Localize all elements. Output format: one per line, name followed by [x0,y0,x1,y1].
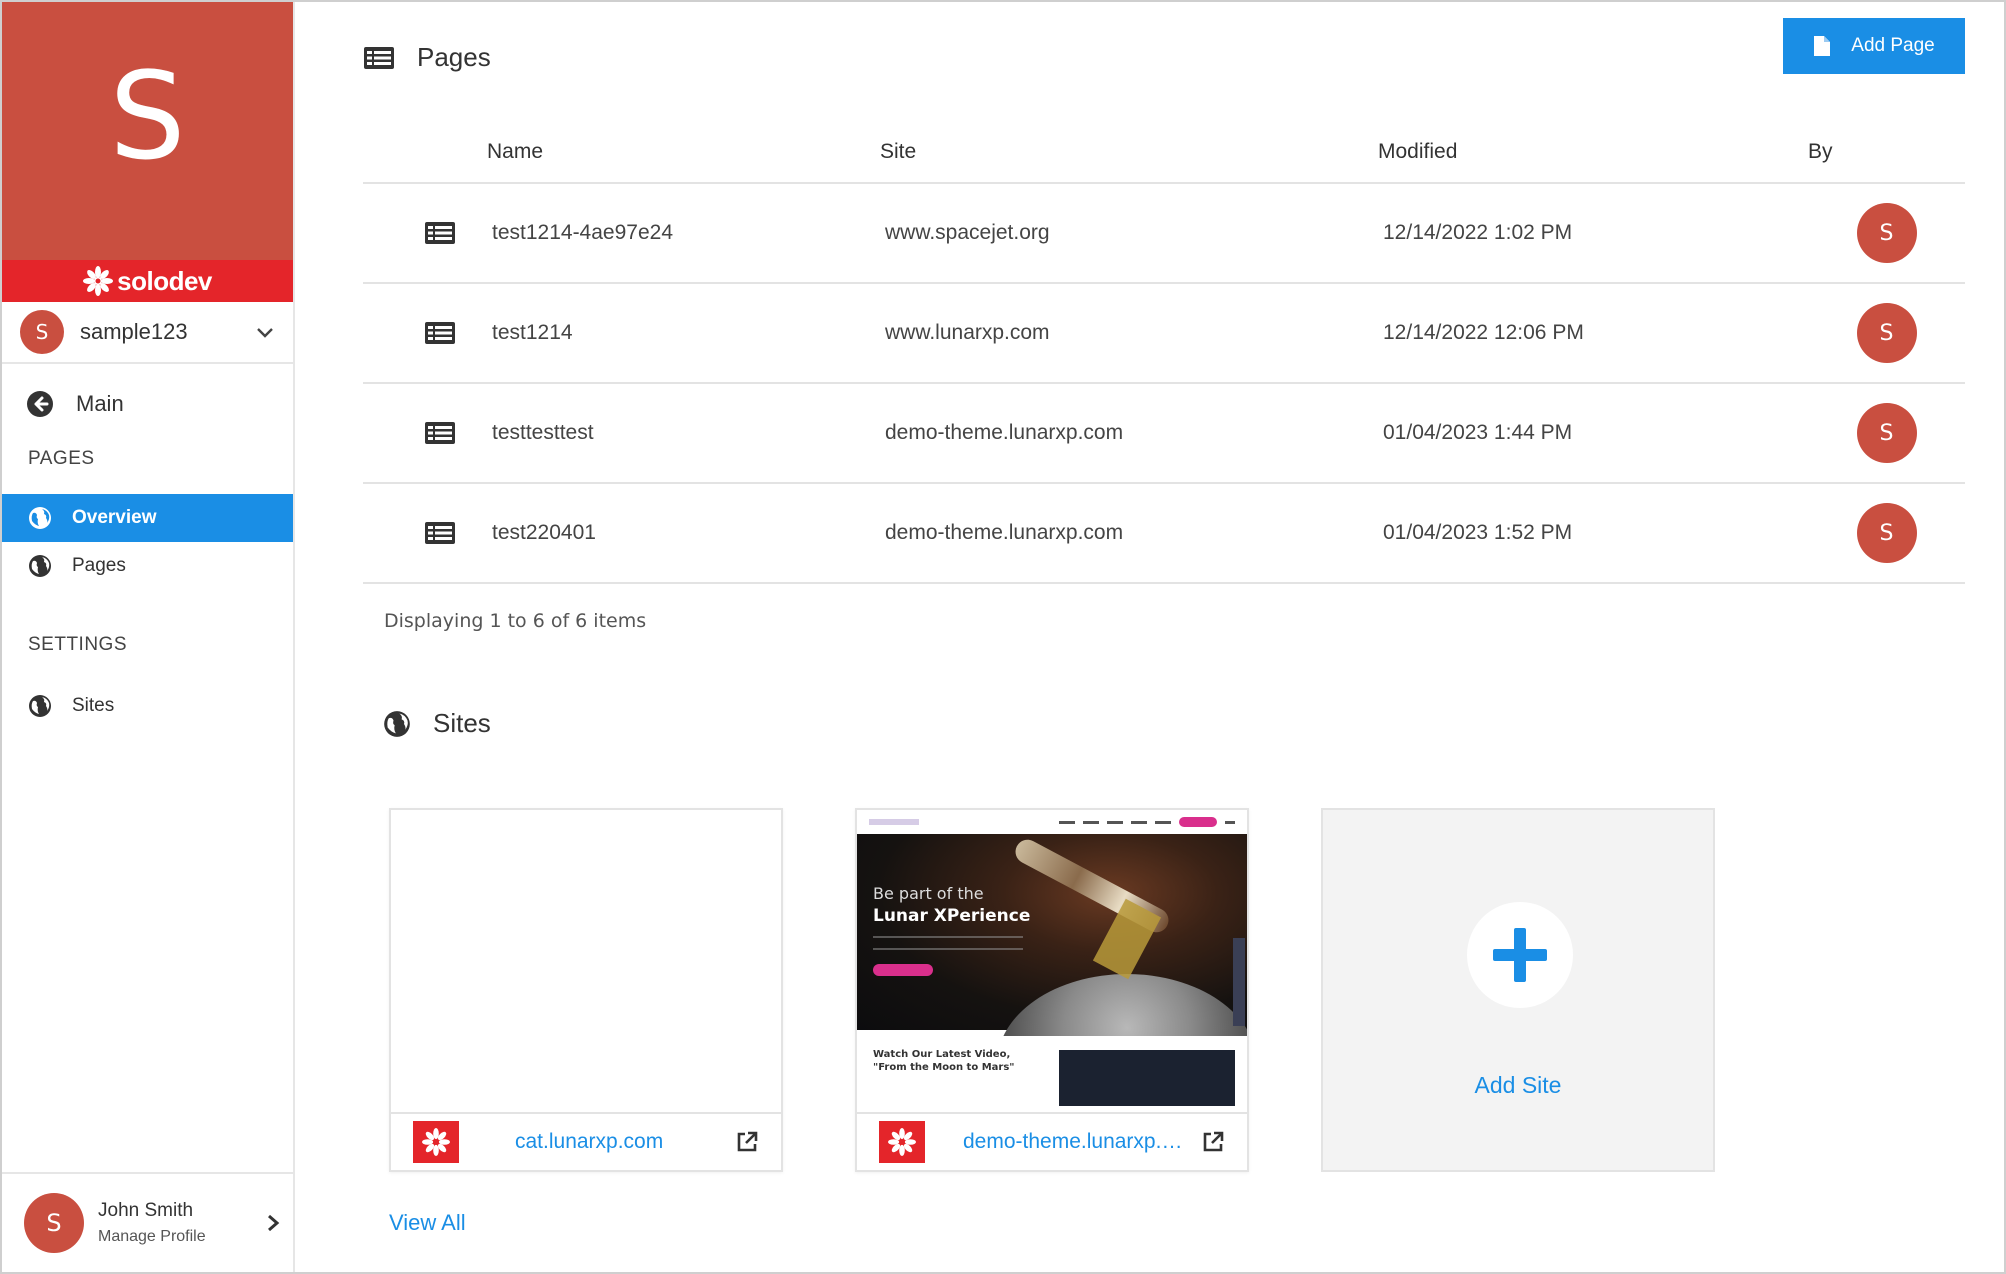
view-all-link[interactable]: View All [389,1210,466,1236]
site-card[interactable]: cat.lunarxp.com [389,808,783,1172]
globe-icon [29,555,51,577]
pages-header: Pages [363,42,491,73]
manage-profile-link[interactable]: Manage Profile [98,1228,265,1246]
sites-header: Sites [383,708,491,739]
thumbnail-hero: Be part of the Lunar XPerience [857,834,1247,1114]
sidebar-item-label: Overview [72,507,157,528]
solodev-flower-icon [422,1128,450,1156]
table-header: Name Site Modified By [363,122,1965,184]
thumbnail-hero-line1: Be part of the [873,884,984,903]
page-title: Pages [417,42,491,72]
brand-tile[interactable]: S [2,2,293,260]
page-site: demo-theme.lunarxp.com [885,421,1124,444]
brand-logo[interactable]: solodev [2,260,293,302]
page-name[interactable]: testtesttest [487,421,880,445]
column-header-site[interactable]: Site [880,140,1378,164]
page-name[interactable]: test1214-4ae97e24 [487,221,880,245]
table-row[interactable]: test220401 demo-theme.lunarxp.com 01/04/… [363,484,1965,584]
avatar: S [1856,503,1917,563]
solodev-flower-icon [83,266,114,296]
avatar: S [1856,403,1917,463]
column-header-modified[interactable]: Modified [1378,140,1808,164]
site-switcher[interactable]: S sample123 [2,302,293,364]
add-page-label: Add Page [1851,35,1935,56]
profile-menu[interactable]: S John Smith Manage Profile [2,1172,293,1272]
site-link[interactable]: cat.lunarxp.com [515,1130,725,1154]
sidebar-item-label: Sites [72,695,115,716]
page-list-icon [425,222,455,244]
avatar: S [1856,303,1917,363]
external-link-icon[interactable] [1201,1130,1225,1154]
add-site-button[interactable] [1467,902,1573,1008]
page-site: www.spacejet.org [885,221,1050,244]
sidebar-item-sites[interactable]: Sites [2,682,293,730]
column-header-by[interactable]: By [1808,140,1965,164]
column-header-name[interactable]: Name [487,140,880,164]
page-list-icon [425,422,455,444]
site-card-footer: demo-theme.lunarxp.c… [857,1112,1247,1170]
sites-title: Sites [433,708,491,738]
site-link[interactable]: demo-theme.lunarxp.c… [963,1130,1191,1154]
chevron-down-icon[interactable] [255,322,275,342]
page-modified: 12/14/2022 1:02 PM [1383,221,1573,244]
site-card[interactable]: Be part of the Lunar XPerience Watch Our… [855,808,1249,1172]
plus-icon [1493,928,1547,982]
back-arrow-circle-icon [27,391,53,417]
site-card-footer: cat.lunarxp.com [391,1112,781,1170]
page-modified: 01/04/2023 1:52 PM [1383,521,1573,544]
page-modified: 01/04/2023 1:44 PM [1383,421,1573,444]
site-logo [413,1121,459,1163]
nav-main-label: Main [76,391,124,416]
nav-main-back[interactable]: Main [2,364,293,444]
thumbnail-hero-line2: Lunar XPerience [873,906,1031,926]
thumbnail-video-text: Watch Our Latest Video, "From the Moon t… [873,1049,1015,1073]
pagination-status: Displaying 1 to 6 of 6 items [384,610,647,632]
profile-name: John Smith [98,1200,194,1221]
pages-table: Name Site Modified By test1214-4ae97e24 … [363,122,1965,584]
main-content: Pages Add Page Name Site Modified By tes… [297,2,2004,1272]
avatar: S [24,1193,84,1253]
table-row[interactable]: testtesttest demo-theme.lunarxp.com 01/0… [363,384,1965,484]
avatar: S [1856,203,1917,263]
external-link-icon[interactable] [735,1130,759,1154]
table-row[interactable]: test1214-4ae97e24 www.spacejet.org 12/14… [363,184,1965,284]
table-row[interactable]: test1214 www.lunarxp.com 12/14/2022 12:0… [363,284,1965,384]
file-icon [1814,36,1831,56]
page-site: demo-theme.lunarxp.com [885,521,1124,544]
globe-icon [29,507,51,529]
page-modified: 12/14/2022 12:06 PM [1383,321,1584,344]
site-thumbnail[interactable]: Be part of the Lunar XPerience Watch Our… [857,810,1247,1114]
globe-icon [384,710,410,737]
sidebar-item-pages[interactable]: Pages [2,542,293,590]
page-list-icon [425,322,455,344]
page-name[interactable]: test1214 [487,321,880,345]
nav-section-pages: PAGES [28,448,95,469]
solodev-flower-icon [888,1128,916,1156]
add-page-button[interactable]: Add Page [1783,18,1965,74]
site-switcher-label: sample123 [80,319,188,344]
sidebar-item-overview[interactable]: Overview [2,494,293,542]
brand-name: solodev [117,265,212,296]
chevron-right-icon[interactable] [265,1213,281,1233]
site-thumbnail[interactable] [391,810,781,1114]
site-logo [879,1121,925,1163]
thumbnail-video-section: Watch Our Latest Video, "From the Moon t… [857,1036,1247,1114]
nav-section-settings: SETTINGS [28,634,128,655]
add-site-label[interactable]: Add Site [1323,1072,1713,1099]
add-site-card[interactable]: Add Site [1321,808,1715,1172]
page-list-icon [364,46,394,69]
thumbnail-nav [857,810,1247,834]
sidebar: S solodev S sample123 Main PAGES Overvie… [2,2,295,1272]
globe-icon [29,695,51,717]
site-avatar: S [20,310,64,354]
brand-letter: S [109,47,186,187]
sidebar-item-label: Pages [72,555,126,576]
page-list-icon [425,522,455,544]
page-site: www.lunarxp.com [885,321,1050,344]
page-name[interactable]: test220401 [487,521,880,545]
